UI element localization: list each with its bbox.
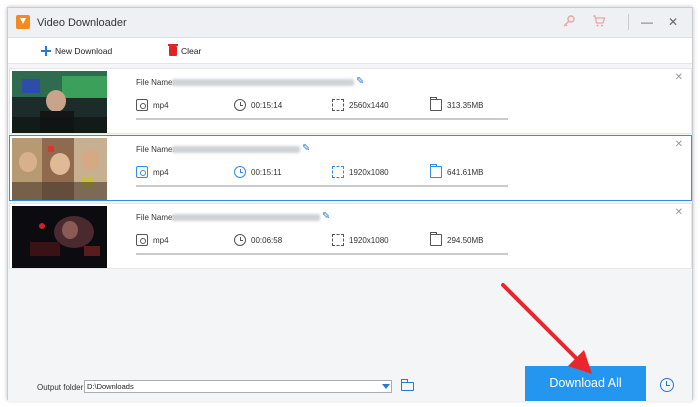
format-info: mp4 <box>136 99 169 111</box>
pencil-icon[interactable]: ✎ <box>322 211 330 222</box>
size-info: 294.50MB <box>430 232 484 246</box>
resolution-info: 1920x1080 <box>332 166 389 178</box>
format-icon <box>136 234 148 246</box>
folder-icon <box>430 232 442 246</box>
cart-icon[interactable] <box>591 14 607 30</box>
size-info: 641.61MB <box>430 164 484 178</box>
size-value: 641.61MB <box>447 167 484 177</box>
remove-item-icon[interactable]: ✕ <box>675 72 683 83</box>
close-icon[interactable]: ✕ <box>664 13 682 31</box>
pencil-icon[interactable]: ✎ <box>302 143 310 154</box>
resolution-icon <box>332 99 344 111</box>
resolution-icon <box>332 166 344 178</box>
format-value: mp4 <box>153 167 169 177</box>
resolution-icon <box>332 234 344 246</box>
clear-label: Clear <box>181 46 202 56</box>
remove-item-icon[interactable]: ✕ <box>675 139 683 150</box>
toolbar: New Download Clear <box>8 38 692 64</box>
duration-value: 00:15:11 <box>251 167 282 177</box>
footer: Output folder: D:\Downloads Download All <box>8 364 692 401</box>
resolution-value: 2560x1440 <box>349 100 389 110</box>
file-name-value <box>172 146 300 153</box>
output-folder-input[interactable]: D:\Downloads <box>84 380 392 393</box>
file-name-label: File Name: <box>136 78 175 87</box>
download-app-icon <box>16 15 30 29</box>
resolution-value: 1920x1080 <box>349 235 389 245</box>
progress-bar <box>136 118 508 120</box>
clock-icon <box>234 99 246 111</box>
resolution-value: 1920x1080 <box>349 167 389 177</box>
format-value: mp4 <box>153 235 169 245</box>
key-icon[interactable] <box>561 14 577 30</box>
resolution-info: 1920x1080 <box>332 234 389 246</box>
file-name-label: File Name: <box>136 145 175 154</box>
file-name-label: File Name: <box>136 213 175 222</box>
download-all-button[interactable]: Download All <box>525 366 646 401</box>
duration-info: 00:15:14 <box>234 99 282 111</box>
folder-browse-icon[interactable] <box>401 379 414 391</box>
file-name-value <box>172 214 320 221</box>
download-item[interactable]: File Name: ✎ ✕ mp4 00:06:58 1920x1080 29… <box>9 203 692 269</box>
new-download-label: New Download <box>55 46 113 56</box>
size-info: 313.35MB <box>430 97 484 111</box>
plus-icon <box>41 46 51 56</box>
download-item[interactable]: File Name: ✎ ✕ mp4 00:15:14 2560x1440 31… <box>9 68 692 134</box>
download-list: File Name: ✎ ✕ mp4 00:15:14 2560x1440 31… <box>9 64 692 364</box>
chevron-down-icon[interactable] <box>382 384 390 389</box>
titlebar-separator <box>628 14 629 30</box>
folder-icon <box>430 97 442 111</box>
progress-bar <box>136 185 508 187</box>
duration-value: 00:06:58 <box>251 235 283 245</box>
remove-item-icon[interactable]: ✕ <box>675 207 683 218</box>
clock-icon <box>234 166 246 178</box>
duration-value: 00:15:14 <box>251 100 283 110</box>
output-folder-label: Output folder: <box>37 383 86 392</box>
size-value: 294.50MB <box>447 235 484 245</box>
app-window: Video Downloader — ✕ New Download Clear <box>7 7 693 401</box>
video-thumbnail <box>12 71 107 133</box>
size-value: 313.35MB <box>447 100 484 110</box>
trash-icon <box>168 44 178 56</box>
pencil-icon[interactable]: ✎ <box>356 76 364 87</box>
alarm-clock-icon[interactable] <box>660 378 674 392</box>
format-icon <box>136 99 148 111</box>
clock-icon <box>234 234 246 246</box>
minimize-icon[interactable]: — <box>638 13 656 31</box>
progress-bar <box>136 253 508 255</box>
file-name-value <box>172 79 354 86</box>
format-value: mp4 <box>153 100 169 110</box>
new-download-button[interactable]: New Download <box>41 44 112 58</box>
title-bar: Video Downloader — ✕ <box>8 8 692 38</box>
format-info: mp4 <box>136 234 169 246</box>
video-thumbnail <box>12 138 107 200</box>
format-icon <box>136 166 148 178</box>
download-item[interactable]: File Name: ✎ ✕ mp4 00:15:11 1920x1080 64… <box>9 135 692 201</box>
resolution-info: 2560x1440 <box>332 99 389 111</box>
duration-info: 00:06:58 <box>234 234 282 246</box>
duration-info: 00:15:11 <box>234 166 282 178</box>
folder-icon <box>430 164 442 178</box>
format-info: mp4 <box>136 166 169 178</box>
app-title: Video Downloader <box>37 17 127 29</box>
video-thumbnail <box>12 206 107 268</box>
clear-button[interactable]: Clear <box>168 44 202 58</box>
